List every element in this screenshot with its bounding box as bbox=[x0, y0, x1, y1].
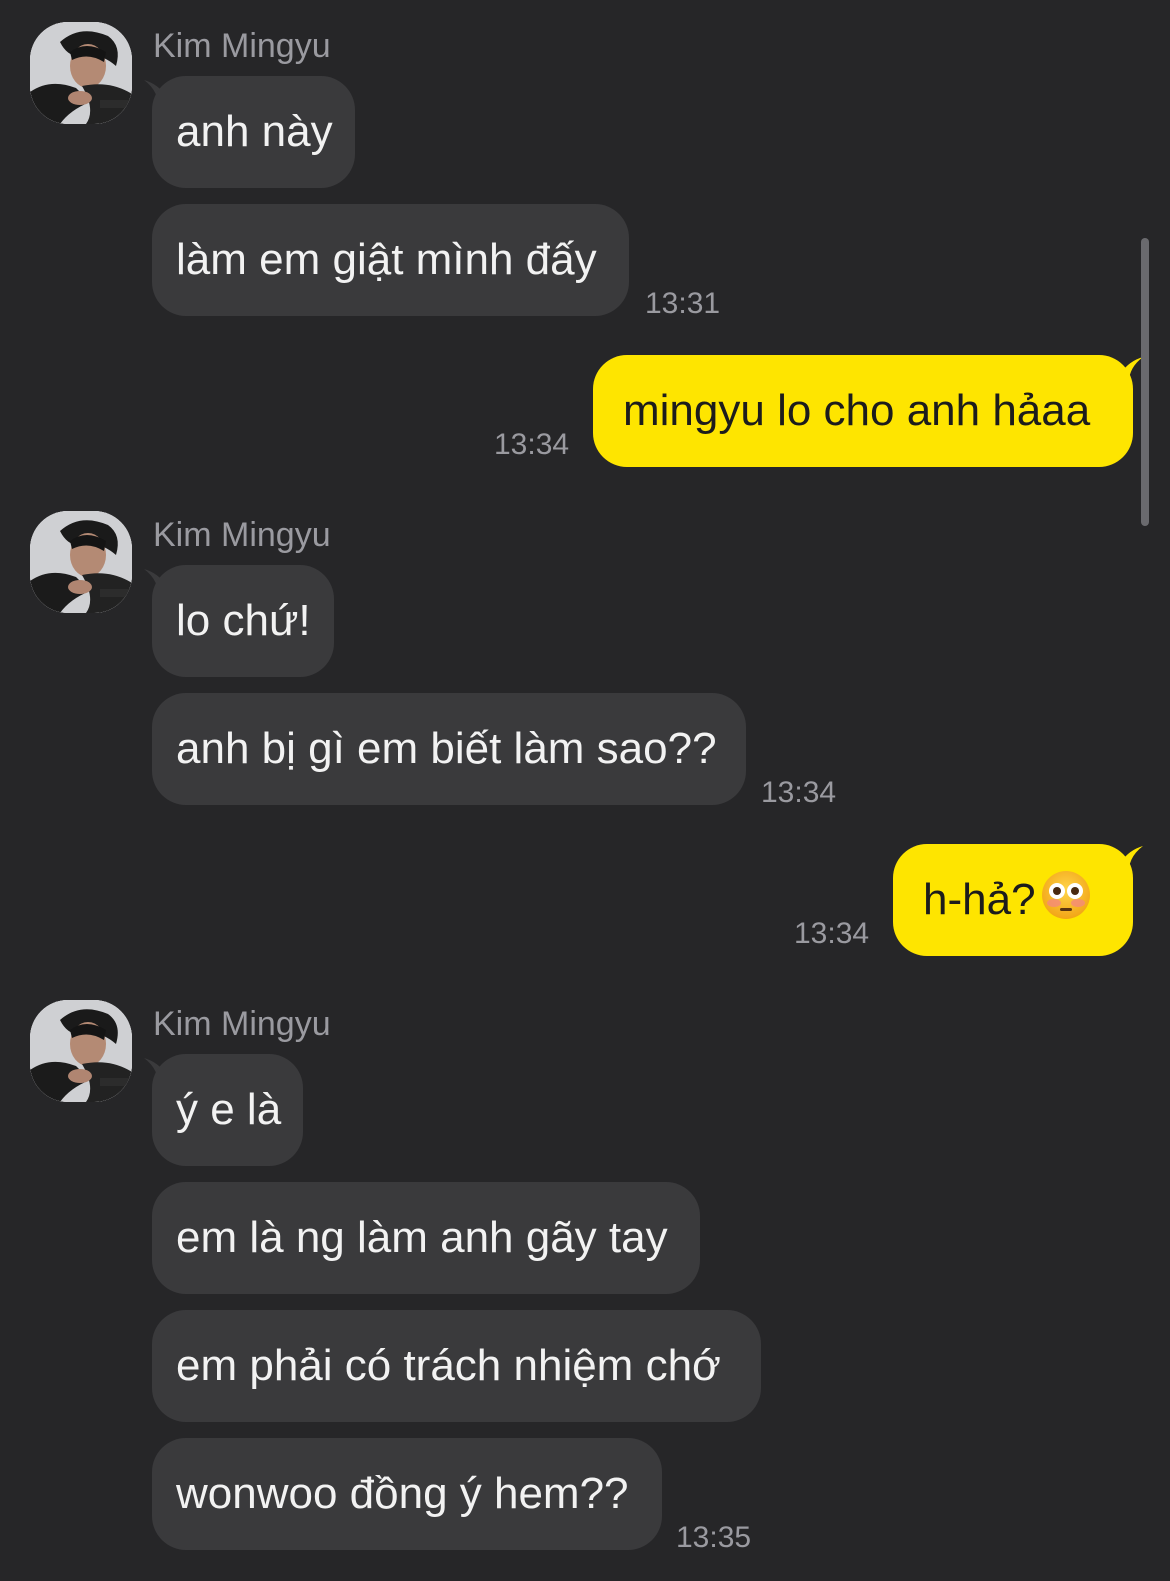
scrollbar[interactable] bbox=[1141, 238, 1149, 526]
message-timestamp: 13:34 bbox=[761, 776, 837, 809]
message-bubble[interactable]: ý e là bbox=[152, 1054, 303, 1166]
bubble-tail bbox=[1113, 357, 1143, 387]
avatar[interactable] bbox=[30, 511, 132, 613]
message-bubble[interactable]: anh này bbox=[152, 76, 355, 188]
sender-name: Kim Mingyu bbox=[153, 27, 331, 65]
sender-name: Kim Mingyu bbox=[153, 1005, 331, 1043]
avatar[interactable] bbox=[30, 22, 132, 124]
message-timestamp: 13:35 bbox=[676, 1521, 752, 1554]
message-timestamp: 13:34 bbox=[794, 917, 870, 950]
bubble-tail bbox=[1113, 846, 1143, 876]
message-timestamp: 13:34 bbox=[494, 428, 570, 461]
message-timestamp: 13:31 bbox=[645, 287, 721, 320]
message-bubble[interactable]: làm em giật mình đấy bbox=[152, 204, 629, 316]
chat-view[interactable]: Kim Mingyu anh này làm em giật mình đấy … bbox=[0, 0, 1170, 1581]
message-bubble[interactable]: lo chứ! bbox=[152, 565, 334, 677]
message-bubble[interactable]: h-hả? bbox=[893, 844, 1133, 956]
message-bubble[interactable]: anh bị gì em biết làm sao?? bbox=[152, 693, 746, 805]
avatar[interactable] bbox=[30, 1000, 132, 1102]
message-bubble[interactable]: em phải có trách nhiệm chớ bbox=[152, 1310, 761, 1422]
flushed-face-emoji bbox=[1041, 871, 1090, 919]
message-bubble[interactable]: wonwoo đồng ý hem?? bbox=[152, 1438, 662, 1550]
message-bubble[interactable]: em là ng làm anh gãy tay bbox=[152, 1182, 700, 1294]
message-text: h-hả? bbox=[923, 875, 1036, 924]
sender-name: Kim Mingyu bbox=[153, 516, 331, 554]
message-bubble[interactable]: mingyu lo cho anh hảaa bbox=[593, 355, 1133, 467]
